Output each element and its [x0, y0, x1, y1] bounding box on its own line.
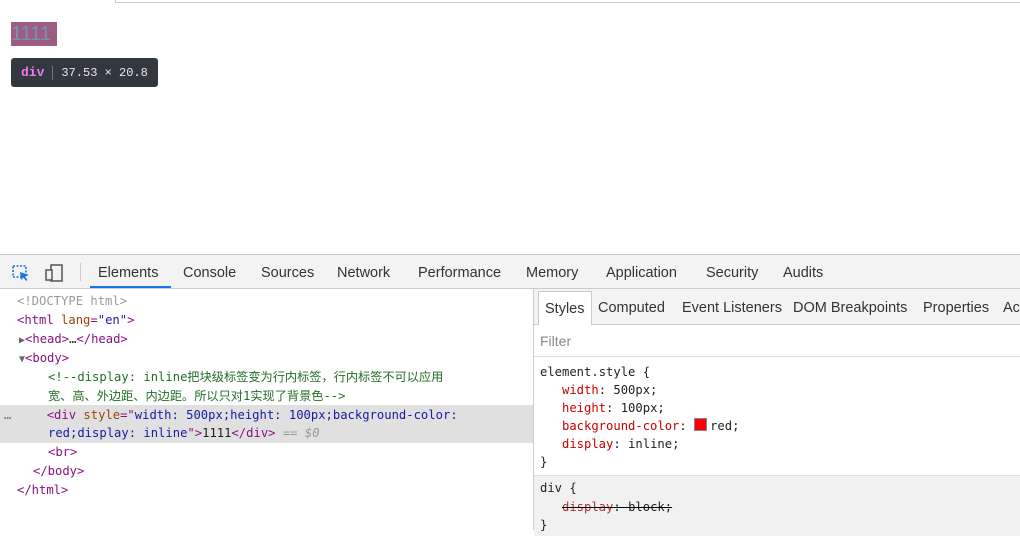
tab-sources[interactable]: Sources	[261, 255, 314, 288]
styles-filter-input[interactable]: Filter	[534, 325, 1020, 357]
tab-memory[interactable]: Memory	[526, 255, 578, 288]
tab-styles[interactable]: Styles	[538, 291, 592, 325]
tab-application[interactable]: Application	[606, 255, 677, 288]
color-swatch-icon[interactable]	[694, 418, 708, 431]
element-style-rule: element.style { width: 500px; height: 10…	[534, 359, 1020, 475]
element-style-selector[interactable]: element.style {	[540, 363, 650, 381]
dom-comment-line-2[interactable]: 宽、高、外边距、内边距。所以只对1实现了背景色-->	[0, 387, 581, 406]
style-prop-background-color[interactable]: background-color: red;	[562, 417, 739, 435]
style-prop-display[interactable]: display: inline;	[562, 435, 679, 453]
dom-html-open[interactable]: <html lang="en">	[0, 311, 550, 330]
tab-accessibility-truncated[interactable]: Ac	[1003, 289, 1020, 324]
tab-audits[interactable]: Audits	[783, 255, 823, 288]
div-user-agent-rule: div { display: block; }	[534, 475, 1020, 536]
dom-comment-line-1[interactable]: <!--display: inline把块级标签变为行内标签，行内标签不可以应用	[0, 368, 581, 387]
address-bar-edge	[115, 0, 1020, 3]
tab-computed[interactable]: Computed	[598, 289, 665, 324]
tabbar-divider	[80, 263, 81, 281]
dom-tree: <!DOCTYPE html> <html lang="en"> ▶<head>…	[0, 289, 533, 530]
device-toolbar-icon[interactable]	[44, 263, 64, 283]
tab-console[interactable]: Console	[183, 255, 236, 288]
element-inspect-tooltip: div 37.53 × 20.8	[11, 58, 158, 87]
tab-performance[interactable]: Performance	[418, 255, 501, 288]
tooltip-tag-name: div	[21, 65, 45, 80]
dom-doctype[interactable]: <!DOCTYPE html>	[0, 292, 550, 311]
style-prop-width[interactable]: width: 500px;	[562, 381, 657, 399]
div-rule-display-overridden[interactable]: display: block;	[562, 498, 672, 516]
tab-event-listeners[interactable]: Event Listeners	[682, 289, 782, 324]
inline-demo-div[interactable]: 1111	[11, 22, 57, 46]
dom-div-selected-line-1[interactable]: … <div style="width: 500px;height: 100px…	[0, 406, 537, 425]
tooltip-separator	[52, 65, 54, 80]
tab-security[interactable]: Security	[706, 255, 758, 288]
tab-properties[interactable]: Properties	[923, 289, 989, 324]
div-rule-selector[interactable]: div {	[540, 479, 577, 497]
dom-html-close[interactable]: </html>	[0, 481, 550, 500]
browser-top-edge	[0, 0, 1020, 10]
inspect-element-icon[interactable]	[11, 263, 31, 283]
selected-node-marker: == $0	[282, 426, 320, 440]
styles-sidebar: Styles Computed Event Listeners DOM Brea…	[533, 289, 1020, 536]
dom-head-collapsed[interactable]: ▶<head>…</head>	[0, 330, 552, 349]
devtools-tabbar: Elements Console Sources Network Perform…	[0, 255, 1020, 289]
dom-body-close[interactable]: </body>	[0, 462, 566, 481]
dom-div-selected-line-2[interactable]: red;display: inline">1111</div> == $0	[0, 424, 581, 443]
dom-body-open[interactable]: ▼<body>	[0, 349, 552, 368]
node-options-dots[interactable]: …	[4, 408, 11, 422]
tab-elements[interactable]: Elements	[90, 255, 171, 288]
element-style-close: }	[540, 455, 548, 469]
tab-dom-breakpoints[interactable]: DOM Breakpoints	[793, 289, 907, 324]
devtools-panel: Elements Console Sources Network Perform…	[0, 254, 1020, 536]
page-viewport: 1111 div 37.53 × 20.8	[0, 10, 1020, 254]
styles-tabbar: Styles Computed Event Listeners DOM Brea…	[534, 289, 1020, 325]
dom-br[interactable]: <br>	[0, 443, 581, 462]
div-rule-close: }	[540, 518, 548, 532]
style-prop-height[interactable]: height: 100px;	[562, 399, 665, 417]
tab-network[interactable]: Network	[337, 255, 390, 288]
tooltip-dimensions: 37.53 × 20.8	[61, 65, 148, 80]
